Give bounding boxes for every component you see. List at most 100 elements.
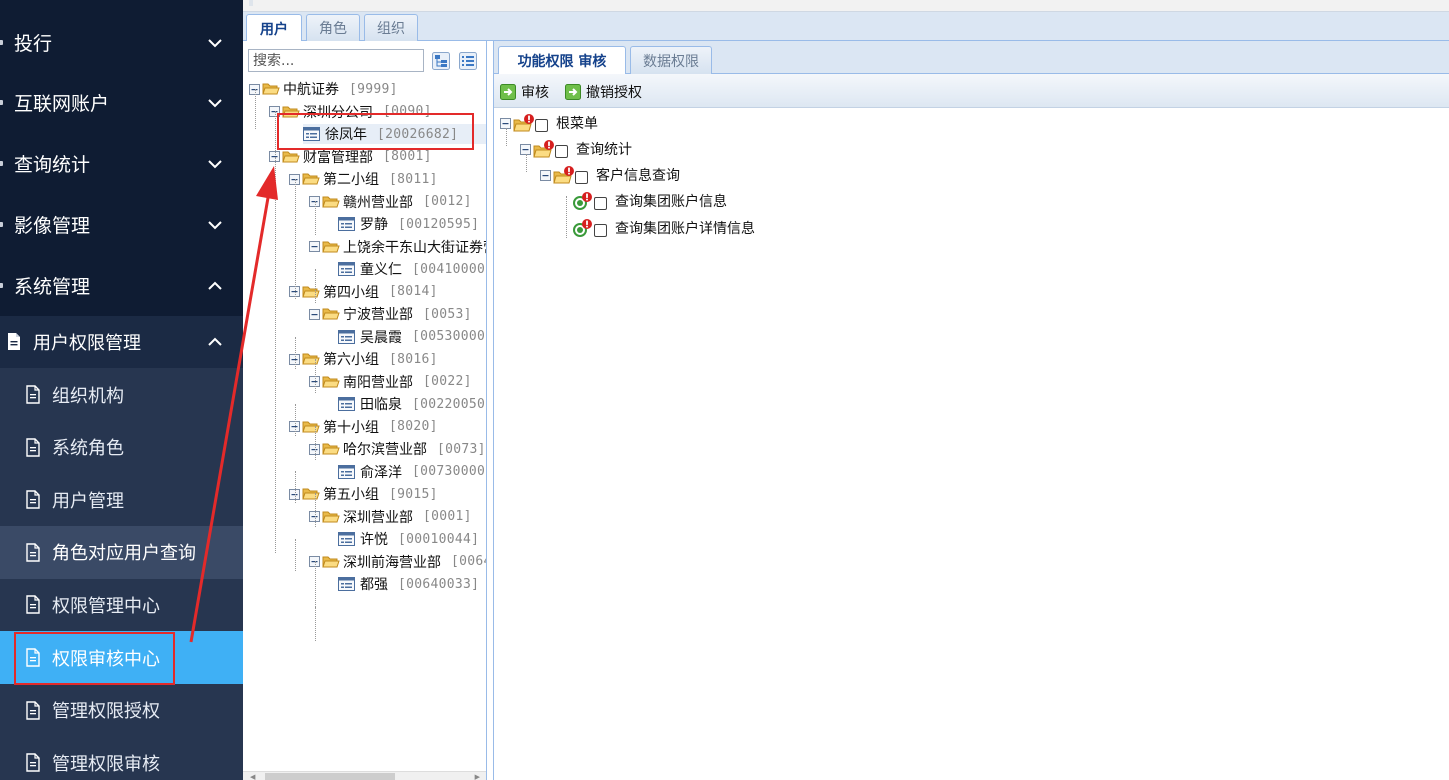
horizontal-scrollbar[interactable]: ◀ ▶ bbox=[243, 771, 486, 780]
document-icon bbox=[6, 332, 22, 351]
permission-checkbox[interactable] bbox=[555, 144, 568, 158]
tree-node-org[interactable]: 财富管理部 [8001] bbox=[269, 147, 432, 167]
approve-button[interactable]: 审核 bbox=[500, 82, 549, 102]
permission-checkbox[interactable] bbox=[535, 118, 548, 132]
sidebar-item-admin-permission-grant[interactable]: 管理权限授权 bbox=[0, 684, 243, 737]
tree-node-label: 第二小组 bbox=[323, 172, 379, 188]
permission-node-function[interactable]: 查询集团账户详情信息 bbox=[572, 217, 755, 239]
tree-node-code: [0090] bbox=[383, 104, 432, 119]
collapse-node-icon[interactable] bbox=[520, 143, 531, 155]
search-input[interactable] bbox=[248, 49, 424, 72]
user-tree: 中航证券 [9999] 深圳分公司 [0090] 徐凤年 [20026682] 财富管理部 [… bbox=[243, 77, 487, 771]
permission-checkbox[interactable] bbox=[575, 170, 588, 184]
sidebar-item-system-roles[interactable]: 系统角色 bbox=[0, 421, 243, 474]
sidebar-item-user-management[interactable]: 用户管理 bbox=[0, 473, 243, 526]
collapse-node-icon[interactable] bbox=[500, 117, 511, 129]
collapse-node-icon[interactable] bbox=[540, 169, 551, 181]
bullet-icon bbox=[0, 40, 3, 45]
sidebar-group-query-statistics[interactable]: 查询统计 bbox=[0, 133, 243, 194]
sidebar-item-label: 权限审核中心 bbox=[52, 648, 160, 670]
sidebar-item-label: 用户管理 bbox=[52, 490, 124, 512]
chevron-up-icon bbox=[207, 334, 223, 350]
tree-node-user[interactable]: 童义仁 [00410000] bbox=[338, 259, 486, 279]
tree-node-org[interactable]: 深圳前海营业部 [0064] bbox=[309, 552, 486, 572]
tree-node-code: [8011] bbox=[389, 171, 438, 187]
permission-node-function[interactable]: 查询集团账户信息 bbox=[572, 190, 727, 212]
collapse-node-icon[interactable] bbox=[309, 241, 320, 252]
sidebar-item-admin-permission-audit[interactable]: 管理权限审核 bbox=[0, 736, 243, 780]
tree-node-org[interactable]: 上饶余干东山大街证券营业部 bbox=[309, 237, 486, 257]
document-icon bbox=[25, 490, 41, 509]
tab-user[interactable]: 用户 bbox=[246, 14, 302, 42]
sidebar-item-org-structure[interactable]: 组织机构 bbox=[0, 368, 243, 421]
tree-node-org[interactable]: 中航证券 [9999] bbox=[249, 79, 398, 99]
permission-node-menu[interactable]: 查询统计 bbox=[520, 138, 632, 160]
tree-node-label: 深圳营业部 bbox=[343, 509, 413, 526]
tree-node-org[interactable]: 第四小组 [8014] bbox=[289, 282, 438, 302]
document-icon bbox=[25, 753, 41, 772]
folder-open-icon bbox=[322, 241, 340, 252]
tree-node-org[interactable]: 哈尔滨营业部 [0073] bbox=[309, 439, 486, 459]
tree-node-org[interactable]: 深圳营业部 [0001] bbox=[309, 507, 472, 527]
tree-node-org[interactable]: 宁波营业部 [0053] bbox=[309, 304, 472, 324]
scroll-right-icon[interactable]: ▶ bbox=[475, 773, 480, 780]
tree-node-user[interactable]: 都强 [00640033] bbox=[338, 574, 479, 594]
permission-panel: 功能权限 审核 数据权限 审核 撤销授权 根菜单查询统计客户信息查询查询集团账户… bbox=[493, 41, 1449, 780]
tab-function-permission-audit[interactable]: 功能权限 审核 bbox=[498, 46, 626, 75]
sidebar-group-image-management[interactable]: 影像管理 bbox=[0, 194, 243, 255]
tree-node-org[interactable]: 第六小组 [8016] bbox=[289, 349, 438, 369]
collapse-node-icon[interactable] bbox=[309, 308, 320, 320]
sidebar-group-system-management[interactable]: 系统管理 bbox=[0, 255, 243, 316]
permission-node-menu[interactable]: 根菜单 bbox=[500, 112, 598, 134]
folder-open-icon bbox=[302, 421, 320, 432]
collapse-all-icon[interactable] bbox=[459, 52, 477, 70]
sidebar-group-internet-accounts[interactable]: 互联网账户 bbox=[0, 72, 243, 133]
expand-all-icon[interactable] bbox=[432, 52, 450, 70]
tree-node-label: 财富管理部 bbox=[303, 149, 373, 166]
tree-node-code: [00730000] bbox=[412, 464, 487, 479]
tab-organization[interactable]: 组织 bbox=[364, 14, 418, 41]
tree-node-org[interactable]: 南阳营业部 [0022] bbox=[309, 372, 472, 392]
scroll-left-icon[interactable]: ◀ bbox=[250, 773, 255, 780]
folder-alert-icon bbox=[553, 166, 575, 184]
tree-node-user[interactable]: 罗静 [00120595] bbox=[338, 214, 479, 234]
permission-node-label: 查询集团账户详情信息 bbox=[615, 221, 755, 237]
permission-checkbox[interactable] bbox=[594, 223, 607, 237]
permission-checkbox[interactable] bbox=[594, 196, 607, 210]
leaf-alert-icon bbox=[572, 192, 594, 210]
scrollbar-thumb[interactable] bbox=[265, 773, 395, 780]
tree-node-code: [8020] bbox=[389, 419, 438, 434]
sidebar-item-permission-audit-center[interactable]: 权限审核中心 bbox=[0, 631, 243, 684]
folder-open-icon bbox=[282, 106, 300, 117]
tree-node-user[interactable]: 田临泉 [00220050] bbox=[338, 394, 486, 414]
folder-open-icon bbox=[302, 353, 320, 365]
permission-node-label: 查询集团账户信息 bbox=[615, 194, 727, 210]
tree-node-org[interactable]: 深圳分公司 [0090] bbox=[269, 102, 432, 122]
tab-data-permission[interactable]: 数据权限 bbox=[630, 46, 712, 74]
tree-node-code: [0012] bbox=[423, 194, 472, 209]
permission-node-menu[interactable]: 客户信息查询 bbox=[540, 164, 680, 186]
tree-node-user[interactable]: 许悦 [00010044] bbox=[338, 529, 479, 549]
folder-open-icon bbox=[322, 556, 340, 567]
tree-node-code: [9999] bbox=[349, 81, 398, 97]
tree-node-user[interactable]: 吴晨霞 [00530000] bbox=[338, 327, 486, 347]
user-card-icon bbox=[338, 262, 355, 276]
tree-connector-line bbox=[295, 179, 296, 299]
tree-node-code: [0073] bbox=[437, 441, 486, 457]
tree-node-code: [8014] bbox=[389, 284, 438, 299]
submenu-header[interactable]: 用户权限管理 bbox=[0, 316, 243, 368]
tree-node-user[interactable]: 徐凤年 [20026682] bbox=[303, 124, 486, 144]
tree-node-org[interactable]: 第二小组 [8011] bbox=[289, 169, 438, 189]
sidebar-group-label: 系统管理 bbox=[14, 276, 91, 298]
tree-node-user[interactable]: 俞泽洋 [00730000] bbox=[338, 462, 487, 482]
revoke-authorization-button[interactable]: 撤销授权 bbox=[565, 82, 642, 102]
tab-role[interactable]: 角色 bbox=[306, 14, 360, 41]
sidebar-group-investment-banking[interactable]: 投行 bbox=[0, 12, 243, 73]
tree-node-org[interactable]: 第十小组 [8020] bbox=[289, 417, 438, 437]
tree-node-code: [00640033] bbox=[398, 576, 480, 592]
chevron-down-icon bbox=[207, 95, 223, 111]
sidebar-item-role-user-query[interactable]: 角色对应用户查询 bbox=[0, 525, 243, 579]
sidebar-item-permission-center[interactable]: 权限管理中心 bbox=[0, 578, 243, 631]
tree-node-org[interactable]: 第五小组 [9015] bbox=[289, 484, 438, 504]
tree-node-org[interactable]: 赣州营业部 [0012] bbox=[309, 192, 472, 212]
